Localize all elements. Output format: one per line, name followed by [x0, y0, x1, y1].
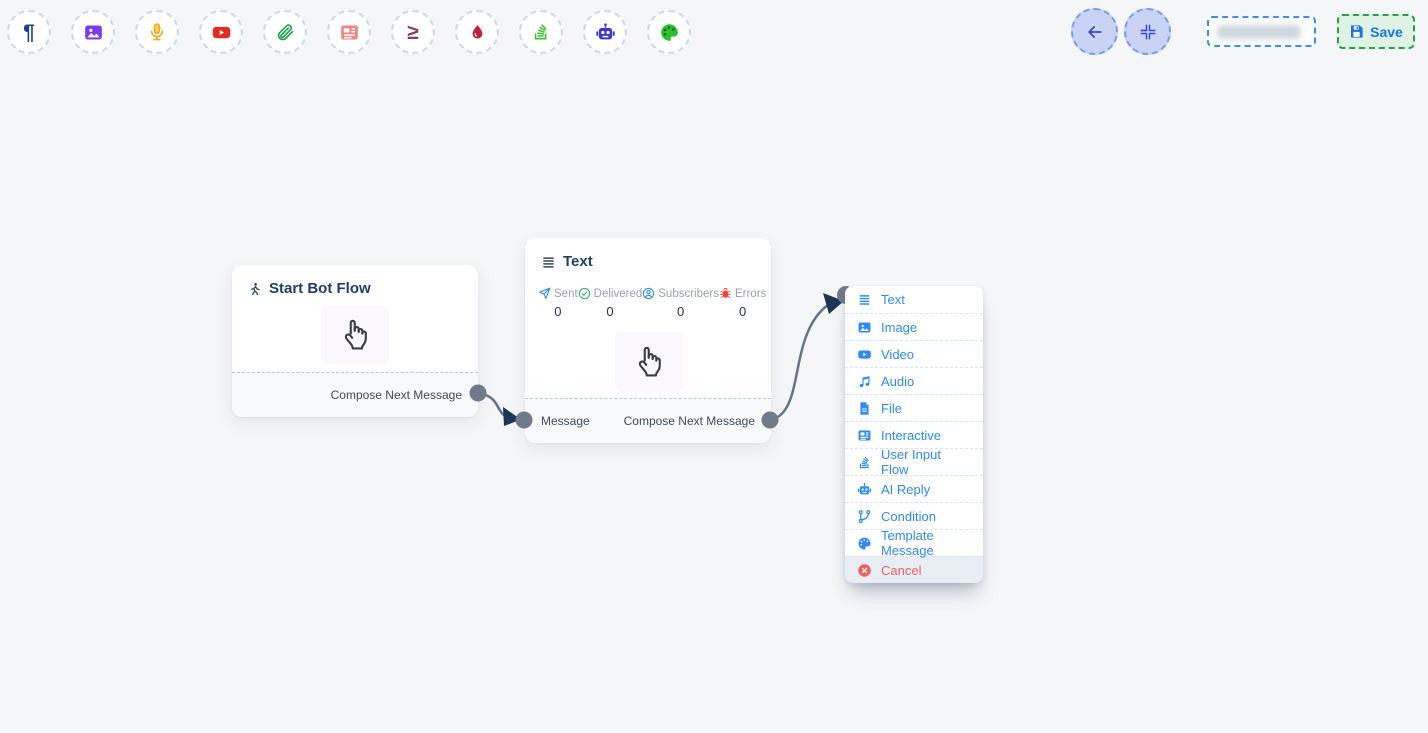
- connector-handle[interactable]: [516, 412, 533, 429]
- redacted-text: [1217, 25, 1301, 39]
- send-icon: [538, 287, 551, 300]
- walking-person-icon: [248, 281, 262, 297]
- microphone-icon: [147, 22, 167, 42]
- palette-template-icon: [659, 22, 680, 43]
- start-node-footer: Compose Next Message: [232, 372, 478, 417]
- toolbar-file-button[interactable]: [263, 10, 307, 54]
- stat-errors-value: 0: [739, 304, 746, 319]
- menu-item-audio[interactable]: Audio: [845, 367, 983, 394]
- menu-item-cancel[interactable]: Cancel: [845, 556, 983, 583]
- toolbar-text-button[interactable]: ¶: [7, 10, 51, 54]
- compress-icon: [1139, 23, 1157, 41]
- toolbar-template-message-button[interactable]: [647, 10, 691, 54]
- git-branch-icon: [857, 509, 872, 524]
- arrow-left-icon: [1085, 22, 1105, 42]
- menu-item-file[interactable]: File: [845, 394, 983, 421]
- stat-delivered: Delivered 0: [578, 287, 643, 319]
- toolbar-condition-button[interactable]: ≥: [391, 10, 435, 54]
- pilcrow-text-icon: ¶: [23, 22, 35, 43]
- toolbar-audio-button[interactable]: [135, 10, 179, 54]
- text-lines-icon: [541, 255, 556, 269]
- drag-handle-box[interactable]: [321, 306, 389, 364]
- menu-item-condition[interactable]: Condition: [845, 502, 983, 529]
- menu-item-ai-reply[interactable]: AI Reply: [845, 475, 983, 502]
- compose-next-message-label[interactable]: Compose Next Message: [624, 414, 755, 428]
- text-node[interactable]: Text Sent 0 Delivered 0 Subscribers 0: [525, 238, 771, 443]
- file-icon: [857, 401, 872, 416]
- menu-item-interactive[interactable]: Interactive: [845, 421, 983, 448]
- connector-handle[interactable]: [470, 385, 487, 402]
- greater-equal-icon: ≥: [407, 22, 419, 43]
- toolbar-interactive-button[interactable]: [327, 10, 371, 54]
- message-input-label[interactable]: Message: [541, 414, 590, 428]
- image-icon: [857, 320, 872, 335]
- save-button[interactable]: Save: [1337, 14, 1415, 49]
- stat-sent: Sent 0: [538, 287, 578, 319]
- palette-icon: [857, 536, 872, 551]
- compose-next-message-label[interactable]: Compose Next Message: [331, 388, 462, 402]
- menu-item-text[interactable]: Text: [845, 286, 983, 313]
- youtube-video-icon: [211, 22, 232, 43]
- add-node-context-menu: Text Image Video Audio File Interactive …: [845, 286, 983, 583]
- hand-pointer-icon: [338, 316, 372, 354]
- stat-delivered-value: 0: [606, 304, 613, 319]
- menu-item-video[interactable]: Video: [845, 340, 983, 367]
- start-node-title: Start Bot Flow: [269, 280, 371, 297]
- toolbar-drip-button[interactable]: [455, 10, 499, 54]
- text-node-stats: Sent 0 Delivered 0 Subscribers 0: [525, 270, 771, 319]
- music-note-icon: [857, 374, 872, 389]
- menu-item-image[interactable]: Image: [845, 313, 983, 340]
- robot-icon: [857, 482, 872, 497]
- floppy-disk-icon: [1349, 24, 1364, 39]
- menu-item-user-input-flow[interactable]: User Input Flow: [845, 448, 983, 475]
- stat-errors: Errors 0: [719, 287, 766, 319]
- text-node-footer: Message Compose Next Message: [525, 398, 771, 443]
- check-circle-icon: [578, 287, 591, 300]
- toolbar-video-button[interactable]: [199, 10, 243, 54]
- save-button-label: Save: [1370, 24, 1403, 40]
- image-icon: [83, 22, 104, 43]
- robot-ai-icon: [595, 22, 616, 43]
- start-bot-flow-node[interactable]: Start Bot Flow Compose Next Message: [232, 265, 478, 417]
- bug-icon: [719, 287, 732, 300]
- start-node-header: Start Bot Flow: [232, 265, 478, 297]
- text-lines-icon: [857, 293, 872, 306]
- newspaper-icon: [857, 428, 872, 443]
- video-icon: [857, 347, 872, 362]
- connector-handle[interactable]: [762, 412, 779, 429]
- stat-subscribers-value: 0: [677, 304, 684, 319]
- stat-subscribers: Subscribers 0: [642, 287, 719, 319]
- text-node-header: Text: [525, 238, 771, 270]
- menu-item-template-message[interactable]: Template Message: [845, 529, 983, 556]
- paperclip-file-icon: [275, 22, 295, 42]
- stat-sent-value: 0: [554, 304, 561, 319]
- flow-title-input[interactable]: [1207, 16, 1316, 47]
- newspaper-interactive-icon: [339, 22, 360, 43]
- text-node-title: Text: [563, 253, 593, 270]
- back-button[interactable]: [1071, 8, 1118, 55]
- edge-text-to-menu: [770, 301, 834, 420]
- toolbar-ai-reply-button[interactable]: [583, 10, 627, 54]
- user-circle-icon: [642, 287, 655, 300]
- toolbar-user-input-flow-button[interactable]: [519, 10, 563, 54]
- droplet-icon: [468, 23, 487, 42]
- fit-view-button[interactable]: [1124, 8, 1171, 55]
- cancel-circle-icon: [857, 563, 872, 578]
- drag-handle-box[interactable]: [615, 332, 683, 392]
- stack-user-input-icon: [531, 22, 551, 42]
- toolbar-image-button[interactable]: [71, 10, 115, 54]
- hand-pointer-icon: [632, 343, 666, 381]
- stack-icon: [857, 455, 872, 470]
